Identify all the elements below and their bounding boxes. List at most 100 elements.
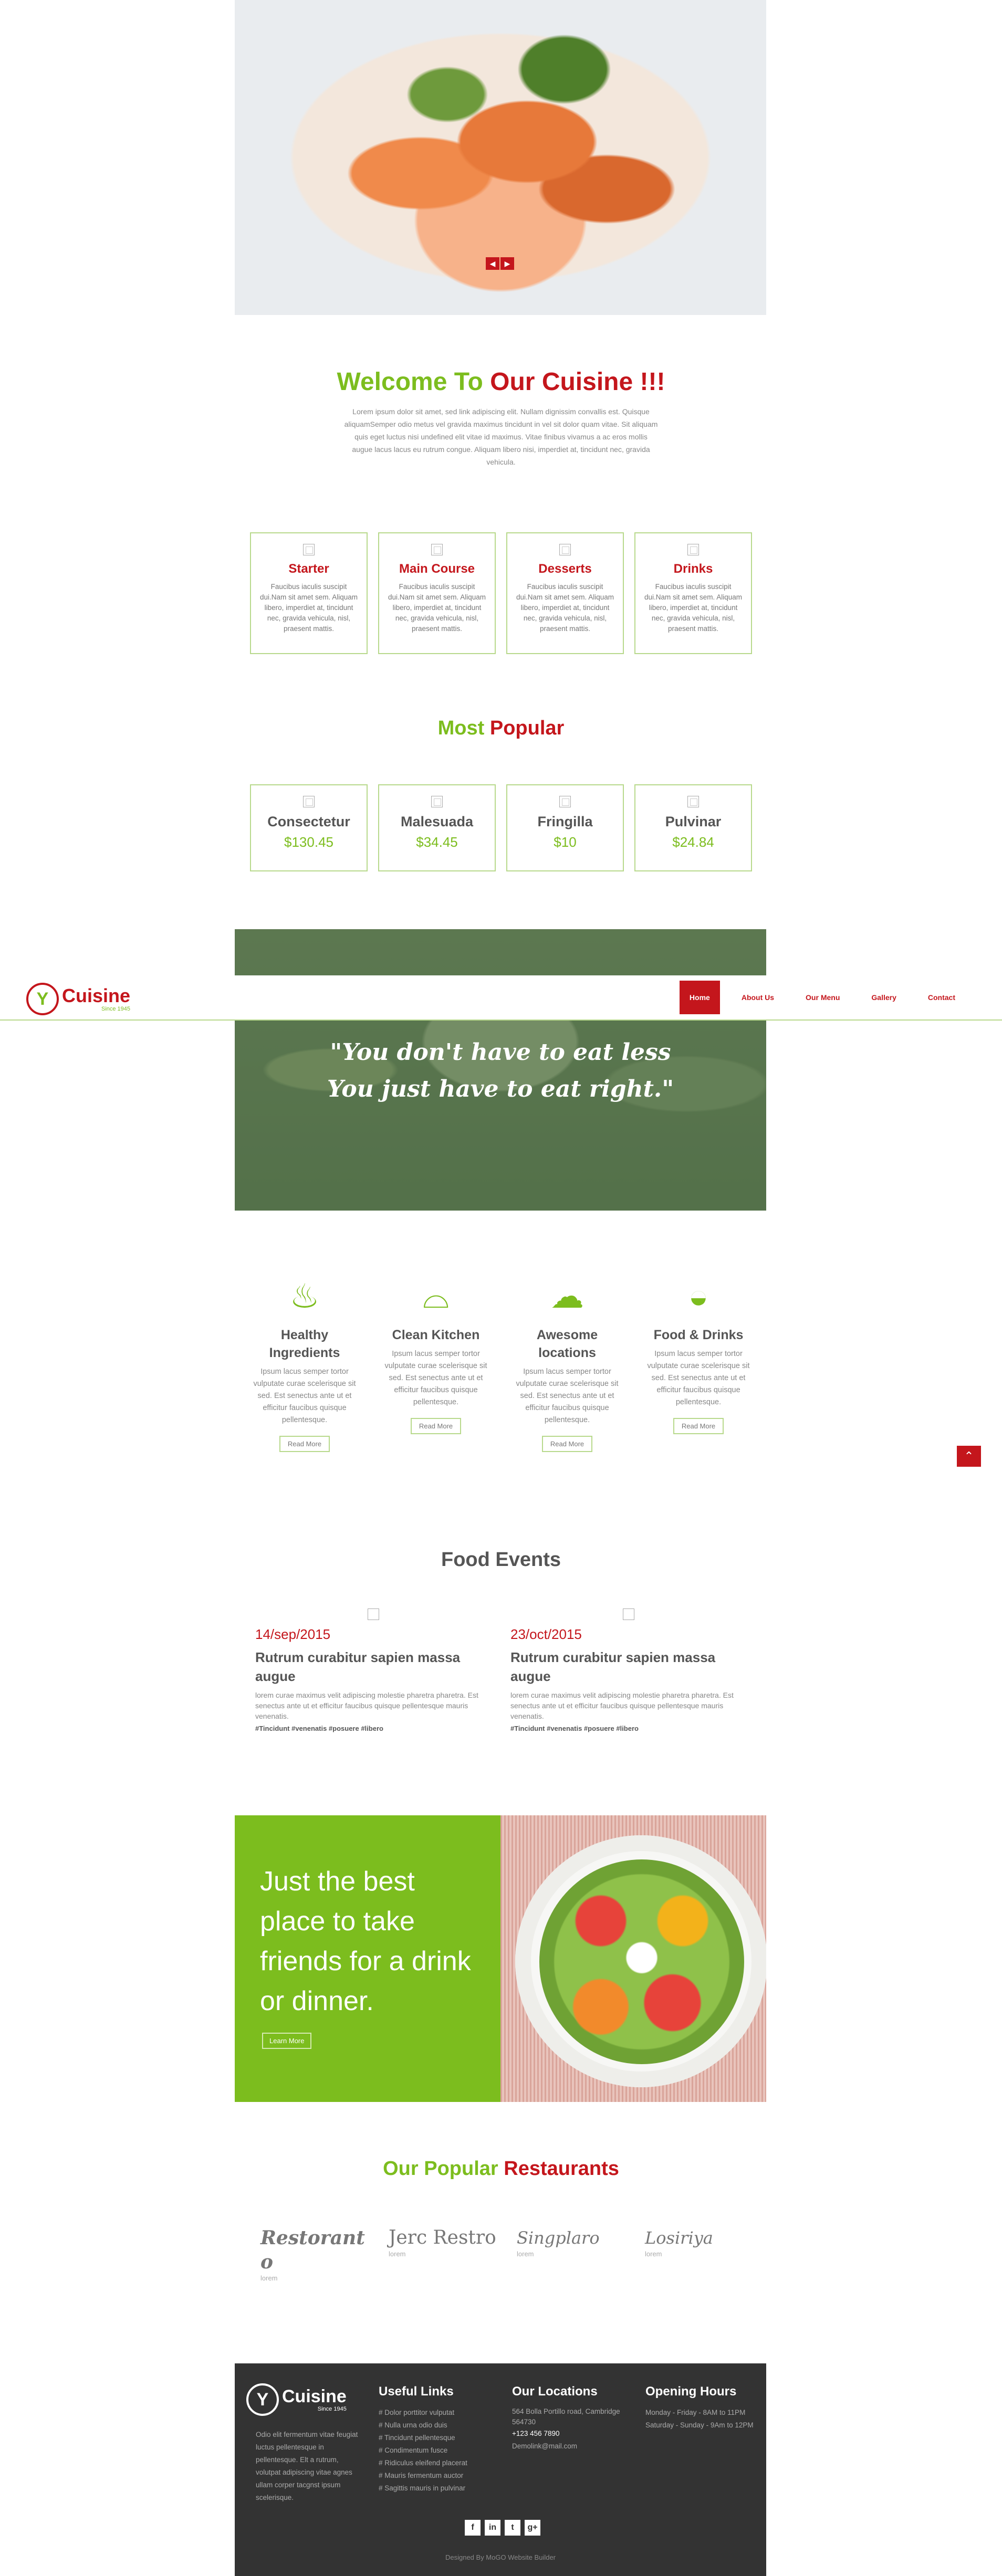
popular-card[interactable]: Pulvinar $24.84 — [634, 784, 752, 871]
read-more-button[interactable]: Read More — [410, 1418, 462, 1434]
card-title: Desserts — [538, 562, 592, 576]
brand-name: Cuisine — [62, 985, 131, 1006]
feature-text: Ipsum lacus semper tortor vulputate cura… — [516, 1368, 619, 1424]
social-links: f in t g+ — [465, 2520, 540, 2536]
tumblr-icon[interactable]: t — [505, 2520, 520, 2536]
dish-price: $24.84 — [672, 834, 714, 850]
read-more-button[interactable]: Read More — [673, 1418, 724, 1434]
popular-card[interactable]: Consectetur $130.45 — [250, 784, 368, 871]
opening-hours: Opening Hours Monday - Friday - 8AM to 1… — [645, 2384, 761, 2432]
salad-image — [500, 1815, 766, 2102]
image-placeholder-icon — [303, 544, 315, 555]
read-more-button[interactable]: Read More — [279, 1436, 330, 1452]
feature-title: Food & Drinks — [653, 1328, 744, 1342]
footer-link[interactable]: # Sagittis mauris in pulvinar — [379, 2482, 467, 2495]
email-link[interactable]: Demolink@mail.com — [512, 2440, 633, 2453]
salad-bowl-icon: ◒ — [688, 1277, 709, 1315]
dish-price: $130.45 — [284, 834, 333, 850]
image-placeholder-icon — [687, 796, 699, 807]
image-placeholder-icon — [431, 796, 443, 807]
dish-name: Pulvinar — [665, 814, 722, 829]
promo-headline: Just the best place to take friends for … — [260, 1866, 471, 2016]
course-card-starter[interactable]: Starter Faucibus iaculis suscipit dui.Na… — [250, 532, 368, 654]
feature-kitchen: ⌓ Clean Kitchen Ipsum lacus semper torto… — [377, 1273, 495, 1434]
googleplus-icon[interactable]: g+ — [525, 2520, 540, 2536]
learn-more-button[interactable]: Learn More — [262, 2033, 312, 2049]
links-heading: Useful Links — [379, 2384, 454, 2399]
read-more-button[interactable]: Read More — [541, 1436, 593, 1452]
chef-hat-icon: ☁ — [550, 1277, 584, 1315]
card-title: Main Course — [399, 562, 475, 576]
arrow-left-icon[interactable]: ◀ — [486, 257, 499, 270]
event-title[interactable]: Rutrum curabitur sapien massa augue — [510, 1648, 747, 1686]
footer: Y Cuisine Since 1945 Odio elit fermentum… — [235, 2363, 766, 2576]
course-cards: Starter Faucibus iaculis suscipit dui.Na… — [250, 532, 752, 654]
feature-title: Clean Kitchen — [392, 1328, 480, 1342]
course-card-drinks[interactable]: Drinks Faucibus iaculis suscipit dui.Nam… — [634, 532, 752, 654]
dish-name: Fringilla — [537, 814, 593, 829]
card-title: Drinks — [673, 562, 713, 576]
hours-weekday: Monday - Friday - 8AM to 11PM — [645, 2409, 746, 2416]
popular-card[interactable]: Fringilla $10 — [506, 784, 624, 871]
popular-title: Most Popular — [437, 717, 565, 739]
feature-food-drinks: ◒ Food & Drinks Ipsum lacus semper torto… — [640, 1273, 757, 1434]
arrow-right-icon[interactable]: ▶ — [500, 257, 514, 270]
restaurants-title: Our Popular Restaurants — [383, 2158, 619, 2180]
course-card-desserts[interactable]: Desserts Faucibus iaculis suscipit dui.N… — [506, 532, 624, 654]
footer-link[interactable]: # Mauris fermentum auctor — [379, 2469, 467, 2482]
card-text: Faucibus iaculis suscipit dui.Nam sit am… — [516, 583, 614, 633]
restaurant-logo[interactable]: Jerc Restro lorem — [389, 2226, 509, 2258]
event-tags[interactable]: #Tincidunt #venenatis #posuere #libero — [510, 1725, 747, 1732]
restaurant-logo[interactable]: Losiriya lorem — [645, 2226, 766, 2258]
nav-contact[interactable]: Contact — [918, 981, 965, 1014]
feature-title: Healthy Ingredients — [269, 1328, 340, 1360]
credit-text[interactable]: Designed By MoGO Website Builder — [235, 2553, 766, 2561]
nav-about-us[interactable]: About Us — [732, 981, 784, 1014]
footer-link[interactable]: # Tincidunt pellentesque — [379, 2432, 467, 2444]
footer-about: Odio elit fermentum vitae feugiat luctus… — [256, 2431, 358, 2501]
restaurant-logo[interactable]: Restorant o lorem — [260, 2226, 381, 2282]
event-title[interactable]: Rutrum curabitur sapien massa augue — [255, 1648, 492, 1686]
dish-name: Malesuada — [400, 814, 474, 829]
image-placeholder-icon — [431, 544, 443, 555]
course-card-main[interactable]: Main Course Faucibus iaculis suscipit du… — [378, 532, 496, 654]
nav-gallery[interactable]: Gallery — [861, 981, 906, 1014]
popular-card[interactable]: Malesuada $34.45 — [378, 784, 496, 871]
footer-link[interactable]: # Dolor porttitor vulputat — [379, 2406, 467, 2419]
locations-heading: Our Locations — [512, 2384, 598, 2399]
image-placeholder-icon — [559, 796, 571, 807]
event-text: lorem curae maximus velit adipiscing mol… — [510, 1691, 734, 1720]
footer-tagline: Since 1945 — [317, 2406, 347, 2412]
popular-cards: Consectetur $130.45 Malesuada $34.45 Fri… — [250, 784, 752, 871]
dish-price: $10 — [554, 834, 577, 850]
footer-link[interactable]: # Condimentum fusce — [379, 2444, 467, 2457]
cloche-icon: ⌓ — [422, 1277, 450, 1315]
linkedin-icon[interactable]: in — [485, 2520, 500, 2536]
card-text: Faucibus iaculis suscipit dui.Nam sit am… — [388, 583, 486, 633]
hours-weekend: Saturday - Sunday - 9Am to 12PM — [645, 2421, 754, 2429]
image-placeholder-icon — [368, 1608, 379, 1620]
back-to-top-icon[interactable]: ⌃ — [957, 1446, 981, 1467]
restaurant-logo[interactable]: Singplaro lorem — [517, 2226, 638, 2258]
event-tags[interactable]: #Tincidunt #venenatis #posuere #libero — [255, 1725, 492, 1732]
feature-text: Ipsum lacus semper tortor vulputate cura… — [253, 1368, 356, 1424]
event-date: 14/sep/2015 — [255, 1626, 331, 1642]
promo-panel: Just the best place to take friends for … — [235, 1815, 500, 2102]
welcome-title: Welcome To Our Cuisine !!! — [337, 368, 665, 396]
event-item: 23/oct/2015 Rutrum curabitur sapien mass… — [510, 1608, 747, 1732]
nav-our-menu[interactable]: Our Menu — [796, 981, 850, 1014]
feature-text: Ipsum lacus semper tortor vulputate cura… — [647, 1350, 750, 1406]
footer-logo[interactable]: Y Cuisine Since 1945 — [246, 2383, 347, 2416]
nav-home[interactable]: Home — [679, 981, 720, 1014]
footer-link[interactable]: # Nulla urna odio duis — [379, 2419, 467, 2432]
our-locations: Our Locations 564 Bolla Portillo road, C… — [512, 2384, 633, 2453]
image-placeholder-icon — [559, 544, 571, 555]
steam-dish-icon: ♨ — [289, 1277, 320, 1315]
brand-tagline: Since 1945 — [101, 1006, 131, 1012]
logo[interactable]: Y Cuisine Since 1945 — [26, 983, 130, 1015]
navbar: Y Cuisine Since 1945 Home About Us Our M… — [0, 975, 1002, 1021]
facebook-icon[interactable]: f — [465, 2520, 481, 2536]
footer-link[interactable]: # Ridiculus eleifend placerat — [379, 2457, 467, 2469]
card-text: Faucibus iaculis suscipit dui.Nam sit am… — [259, 583, 358, 633]
quote-text: "You don't have to eat less You just hav… — [327, 1039, 674, 1102]
